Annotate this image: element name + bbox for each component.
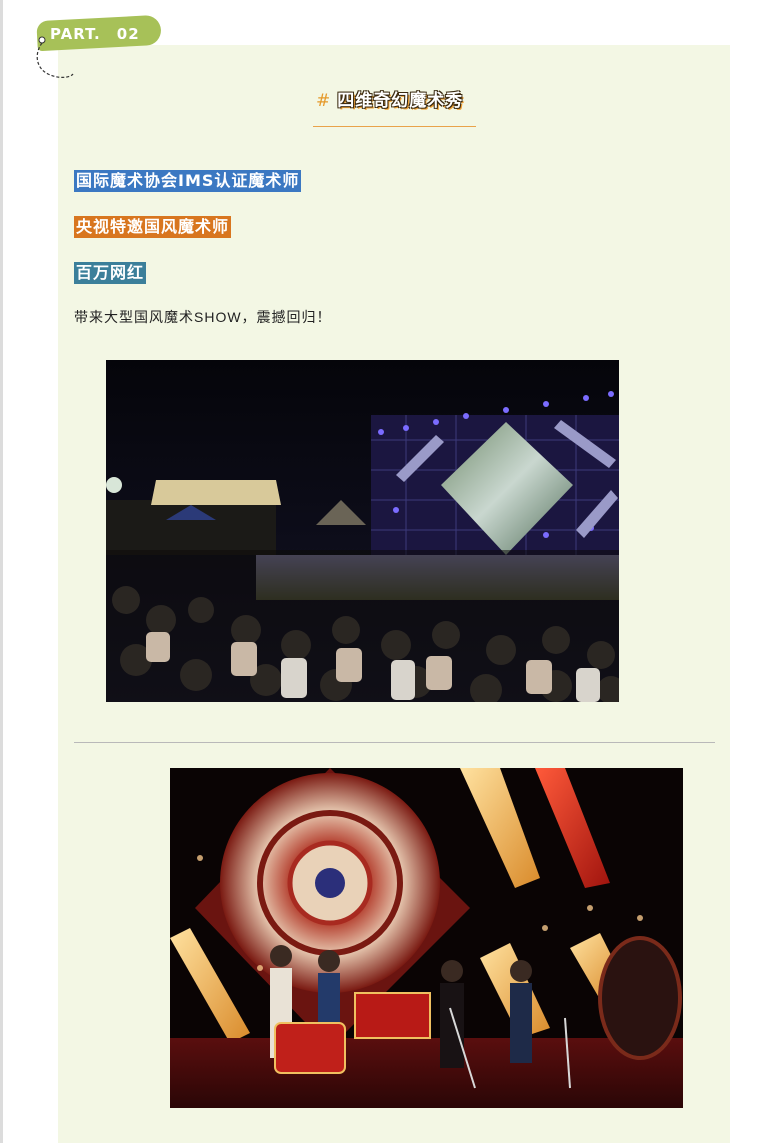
section-title-text: 四维奇幻魔术秀 <box>337 91 464 111</box>
section-divider <box>74 742 715 743</box>
hash-icon: # <box>316 91 332 111</box>
part-badge-text: PART. 02 <box>50 25 140 43</box>
photo-stage-performers <box>170 768 683 1108</box>
part-label: PART. <box>50 25 101 43</box>
highlight-ims-magician: 国际魔术协会IMS认证魔术师 <box>74 170 302 192</box>
part-number: 02 <box>116 25 140 43</box>
left-edge-strip <box>0 0 3 1143</box>
highlight-influencer: 百万网红 <box>74 262 147 284</box>
title-underline <box>313 126 476 127</box>
section-title: # 四维奇幻魔术秀 <box>316 86 463 111</box>
photo-outdoor-show <box>106 360 619 702</box>
highlight-cctv-magician: 央视特邀国风魔术师 <box>74 216 232 238</box>
intro-text: 带来大型国风魔术SHOW，震撼回归！ <box>74 309 332 325</box>
